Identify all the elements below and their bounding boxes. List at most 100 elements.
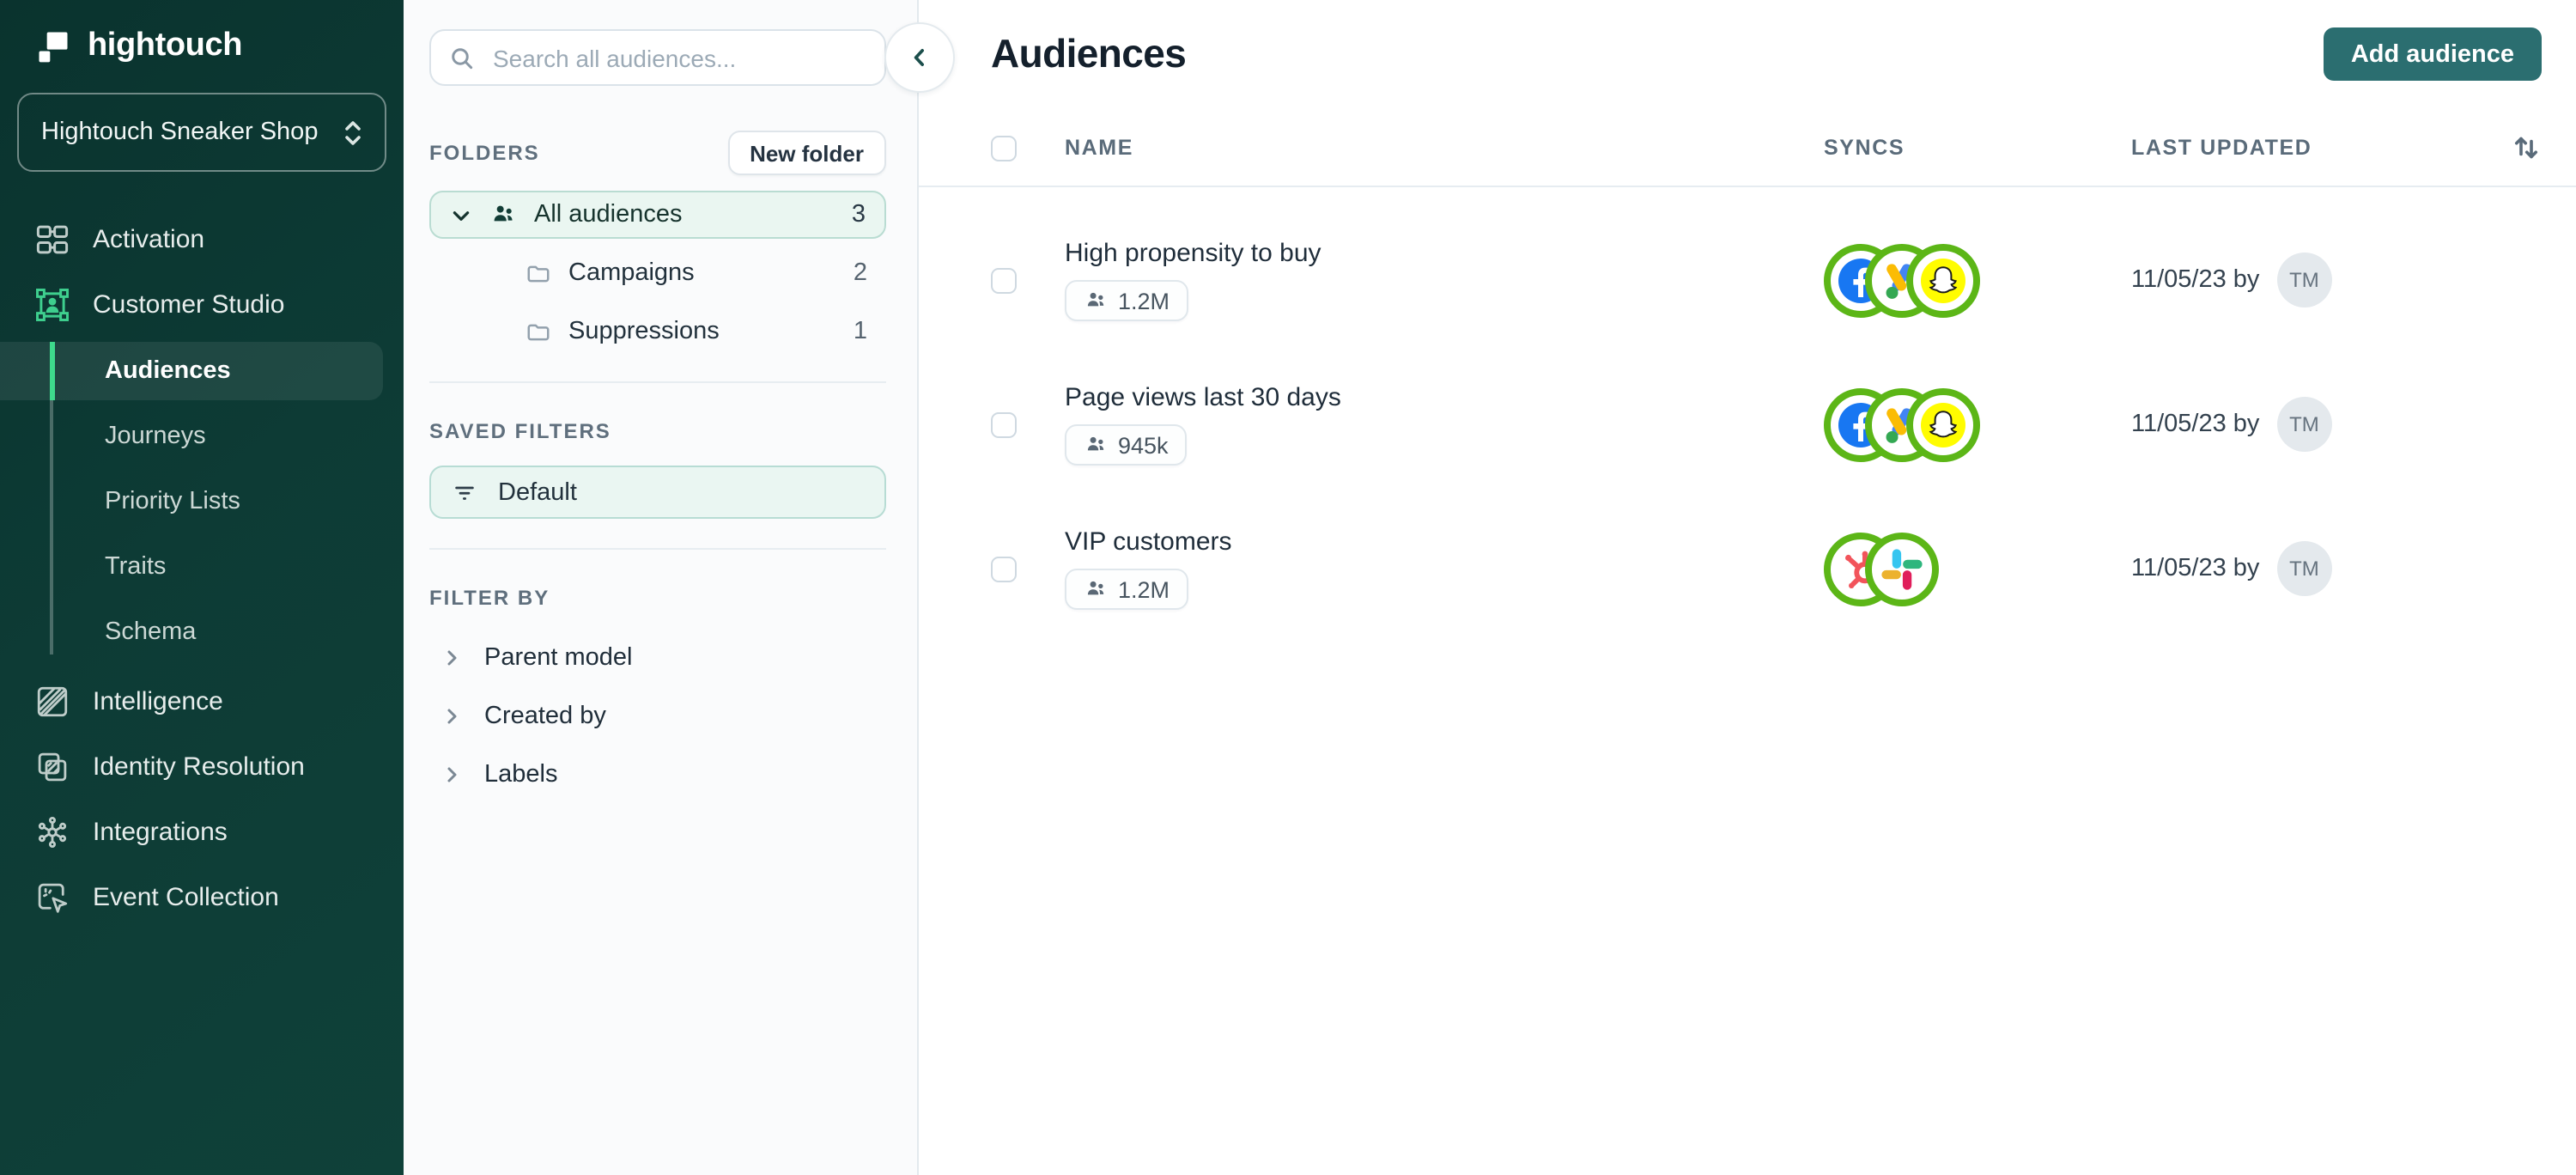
- sync-icon-snapchat[interactable]: [1906, 387, 1980, 461]
- sidebar-item-event-collection[interactable]: Event Collection: [0, 864, 404, 929]
- sidebar-item-schema[interactable]: Schema: [0, 600, 404, 665]
- new-folder-button[interactable]: New folder: [727, 131, 886, 175]
- search-input[interactable]: [429, 29, 886, 86]
- audience-search: [429, 29, 886, 86]
- folder-item-campaigns[interactable]: Campaigns 2: [429, 249, 886, 297]
- app-window: hightouch Hightouch Sneaker Shop Activat…: [0, 0, 2576, 1175]
- event-collection-icon: [38, 882, 68, 912]
- customer-studio-subnav: Audiences Journeys Priority Lists Traits…: [0, 338, 404, 665]
- sidebar-item-activation[interactable]: Activation: [0, 206, 404, 271]
- folder-label: Campaigns: [568, 259, 695, 287]
- identity-resolution-icon: [38, 752, 67, 781]
- column-header-last-updated[interactable]: LAST UPDATED: [2131, 136, 2312, 160]
- sidebar-item-label: Identity Resolution: [93, 752, 305, 781]
- subnav-label: Journeys: [105, 423, 206, 450]
- saved-filters-section-header: SAVED FILTERS: [429, 414, 886, 448]
- audience-name-link[interactable]: Page views last 30 days: [1065, 383, 1341, 412]
- saved-filter-default[interactable]: Default: [429, 466, 886, 519]
- column-header-syncs[interactable]: SYNCS: [1824, 136, 1905, 160]
- intelligence-icon: [37, 685, 68, 716]
- filter-by-label: Labels: [484, 761, 558, 788]
- audience-table-body: High propensity to buy 1.2M 11/05/23 by …: [919, 187, 2576, 641]
- sidebar-item-identity-resolution[interactable]: Identity Resolution: [0, 734, 404, 799]
- sync-icon-snapchat[interactable]: [1906, 243, 1980, 317]
- collapse-panel-button[interactable]: [884, 22, 955, 93]
- chevron-left-icon: [914, 49, 924, 66]
- folder-label: All audiences: [534, 201, 683, 228]
- table-row: Page views last 30 days 945k 11/05/23 by…: [991, 352, 2542, 496]
- brand-logo: hightouch: [0, 0, 404, 65]
- folder-label: Suppressions: [568, 318, 720, 345]
- folder-list: All audiences 3 Campaigns 2 Suppressions…: [429, 191, 886, 356]
- sort-icon[interactable]: [2511, 132, 2542, 163]
- audience-name-link[interactable]: High propensity to buy: [1065, 239, 1321, 268]
- chevron-right-icon: [447, 650, 457, 666]
- saved-filter-label: Default: [498, 478, 577, 506]
- sidebar-item-label: Activation: [93, 224, 205, 253]
- sync-icon-slack[interactable]: [1865, 532, 1939, 606]
- audience-size-badge: 945k: [1065, 424, 1188, 466]
- integrations-icon: [38, 815, 67, 848]
- folders-section-header: FOLDERS New folder: [429, 131, 886, 175]
- filter-by-section-header: FILTER BY: [429, 581, 886, 615]
- filter-by-labels[interactable]: Labels: [429, 746, 886, 804]
- sidebar-item-intelligence[interactable]: Intelligence: [0, 668, 404, 734]
- page-title: Audiences: [991, 31, 1187, 76]
- column-header-name[interactable]: NAME: [1065, 136, 1133, 160]
- avatar[interactable]: TM: [2276, 397, 2332, 452]
- chevron-down-icon[interactable]: [450, 204, 472, 226]
- audience-size: 1.2M: [1118, 288, 1170, 314]
- audience-name-link[interactable]: VIP customers: [1065, 527, 1232, 557]
- sidebar-item-priority-lists[interactable]: Priority Lists: [0, 469, 404, 534]
- last-updated-text: 11/05/23 by: [2131, 411, 2260, 438]
- saved-filters-title: SAVED FILTERS: [429, 419, 611, 443]
- sync-cluster: [1824, 532, 2131, 606]
- panel-divider: [429, 381, 886, 383]
- folder-item-suppressions[interactable]: Suppressions 1: [429, 307, 886, 356]
- folder-icon: [527, 323, 550, 340]
- sidebar-item-label: Intelligence: [93, 686, 223, 715]
- add-audience-button[interactable]: Add audience: [2323, 27, 2542, 81]
- sidebar-item-audiences[interactable]: Audiences: [0, 342, 383, 400]
- search-icon: [452, 47, 473, 69]
- avatar[interactable]: TM: [2276, 253, 2332, 307]
- folder-count: 2: [853, 259, 867, 287]
- row-checkbox[interactable]: [991, 267, 1017, 293]
- users-icon: [1087, 581, 1104, 595]
- sync-cluster: [1824, 387, 2131, 461]
- row-checkbox[interactable]: [991, 556, 1017, 581]
- sidebar-item-journeys[interactable]: Journeys: [0, 404, 404, 469]
- panel-divider: [429, 548, 886, 550]
- main-content: Audiences Add audience NAME SYNCS LAST U…: [919, 0, 2576, 1175]
- avatar[interactable]: TM: [2276, 541, 2332, 596]
- sidebar-item-customer-studio[interactable]: Customer Studio: [0, 271, 404, 337]
- filter-by-parent-model[interactable]: Parent model: [429, 629, 886, 687]
- sidebar-item-label: Integrations: [93, 817, 228, 846]
- chevron-up-down-icon: [345, 120, 361, 144]
- folder-count: 3: [851, 201, 866, 228]
- sidebar-item-traits[interactable]: Traits: [0, 534, 404, 600]
- chevron-right-icon: [447, 709, 457, 724]
- sync-cluster: [1824, 243, 2131, 317]
- sidebar: hightouch Hightouch Sneaker Shop Activat…: [0, 0, 404, 1175]
- workspace-selector[interactable]: Hightouch Sneaker Shop: [17, 93, 386, 172]
- select-all-checkbox[interactable]: [991, 135, 1017, 161]
- users-icon: [494, 205, 513, 222]
- subnav-label: Schema: [105, 618, 197, 646]
- folders-title: FOLDERS: [429, 141, 540, 165]
- sidebar-nav: Activation Customer Studio Audiences Jou…: [0, 206, 404, 929]
- workspace-name: Hightouch Sneaker Shop: [41, 119, 319, 146]
- filter-by-created-by[interactable]: Created by: [429, 687, 886, 746]
- subnav-label: Priority Lists: [105, 488, 240, 515]
- filter-icon: [455, 486, 474, 500]
- sidebar-item-integrations[interactable]: Integrations: [0, 799, 404, 864]
- filter-by-label: Parent model: [484, 644, 633, 672]
- filter-by-label: Created by: [484, 703, 606, 730]
- users-icon: [1087, 436, 1104, 451]
- sidebar-item-label: Event Collection: [93, 882, 279, 911]
- audience-size-badge: 1.2M: [1065, 569, 1189, 610]
- table-row: High propensity to buy 1.2M 11/05/23 by …: [991, 208, 2542, 352]
- row-checkbox[interactable]: [991, 411, 1017, 437]
- brand-logo-text: hightouch: [88, 27, 243, 64]
- folder-item-all-audiences[interactable]: All audiences 3: [429, 191, 886, 239]
